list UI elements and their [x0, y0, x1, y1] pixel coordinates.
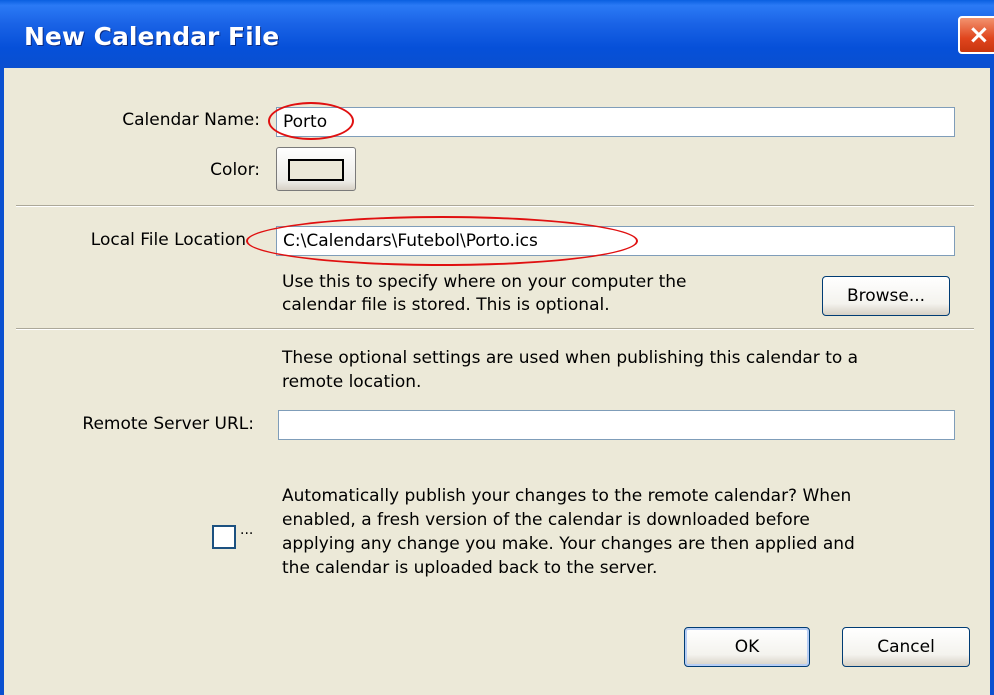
browse-button[interactable]: Browse... [822, 276, 950, 316]
window-title: New Calendar File [24, 22, 280, 51]
auto-publish-line3: applying any change you make. Your chang… [282, 534, 855, 554]
remote-help-line2: remote location. [282, 372, 422, 392]
color-picker-button[interactable] [276, 147, 356, 191]
separator-2 [16, 328, 974, 330]
auto-publish-ellipsis: ... [240, 522, 254, 538]
local-file-help-line2: calendar file is stored. This is optiona… [282, 295, 610, 315]
close-icon: × [968, 20, 990, 50]
calendar-name-input[interactable]: Porto [276, 107, 955, 137]
separator-1 [16, 205, 974, 207]
auto-publish-line4: the calendar is uploaded back to the ser… [282, 558, 658, 578]
local-file-input[interactable]: C:\Calendars\Futebol\Porto.ics [276, 226, 955, 256]
auto-publish-checkbox[interactable] [212, 525, 236, 549]
auto-publish-line1: Automatically publish your changes to th… [282, 486, 852, 506]
window-frame-left [0, 68, 4, 695]
title-bar[interactable]: New Calendar File × [0, 0, 994, 68]
calendar-name-label: Calendar Name: [122, 110, 260, 130]
ok-button[interactable]: OK [684, 627, 810, 667]
auto-publish-line2: enabled, a fresh version of the calendar… [282, 510, 810, 530]
local-file-label: Local File Location [90, 230, 246, 250]
remote-help-line1: These optional settings are used when pu… [282, 348, 859, 368]
remote-url-input[interactable] [278, 410, 955, 440]
cancel-button[interactable]: Cancel [842, 627, 970, 667]
color-label: Color: [210, 160, 260, 180]
window-frame-right [990, 68, 994, 695]
color-swatch [288, 159, 344, 181]
remote-url-label: Remote Server URL: [82, 414, 254, 434]
close-button[interactable]: × [958, 16, 994, 54]
local-file-help-line1: Use this to specify where on your comput… [282, 272, 687, 292]
